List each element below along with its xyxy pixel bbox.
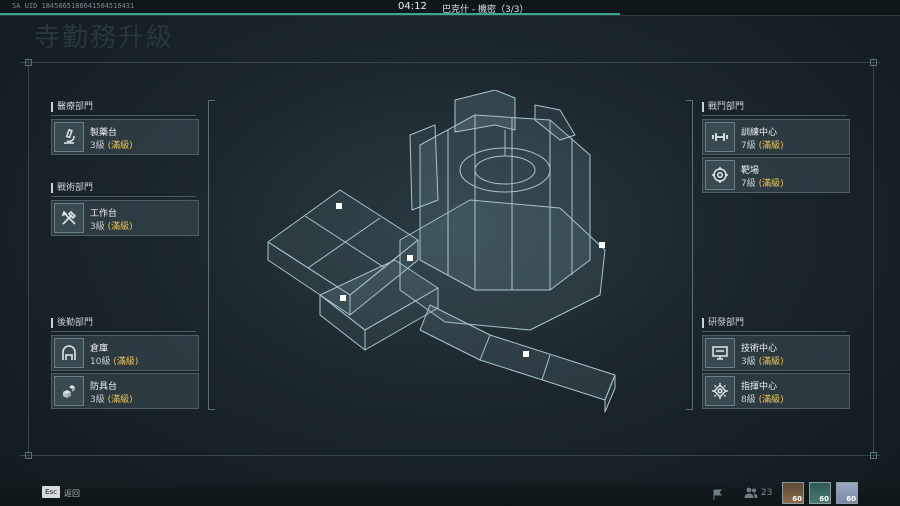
facility-level: 3級 (滿級) — [741, 357, 784, 367]
chip-icon — [705, 376, 735, 406]
facility-name: 倉庫 — [90, 344, 109, 354]
frame-corner-marker — [25, 59, 32, 66]
facility-level: 8級 (滿級) — [741, 395, 784, 405]
top-progress-bar — [0, 13, 620, 15]
avatar-level: 60 — [819, 495, 829, 503]
facility-name: 防具台 — [90, 382, 118, 392]
max-level-tag: (滿級) — [113, 357, 139, 367]
divider — [51, 331, 196, 332]
divider — [702, 115, 847, 116]
max-level-tag: (滿級) — [107, 222, 133, 232]
facility-name: 製藥台 — [90, 128, 118, 138]
frame-line-top — [20, 62, 880, 63]
background-title: 寺勤務升級 — [34, 23, 175, 53]
facility-level: 3級 (滿級) — [90, 222, 133, 232]
avatar-level: 60 — [792, 495, 802, 503]
facility-name: 技術中心 — [741, 344, 778, 354]
frame-line-left — [28, 58, 29, 458]
max-level-tag: (滿級) — [107, 141, 133, 151]
squad-avatar[interactable]: 60 — [836, 482, 858, 504]
player-count-value: 23 — [761, 487, 773, 498]
facility-level: 7級 (滿級) — [741, 179, 784, 189]
group-label-logistics: 後勤部門 — [51, 316, 93, 330]
facility-name: 指揮中心 — [741, 382, 778, 392]
facility-card-workbench[interactable]: 工作台 3級 (滿級) — [51, 200, 199, 236]
frame-line-bottom — [20, 455, 880, 456]
facility-card-tech-center[interactable]: 技術中心 3級 (滿級) — [702, 335, 850, 371]
warehouse-icon — [54, 338, 84, 368]
facility-level: 3級 (滿級) — [90, 395, 133, 405]
frame-corner-marker — [870, 452, 877, 459]
right-bracket — [686, 100, 693, 410]
group-label-medical: 醫療部門 — [51, 100, 93, 114]
base-wireframe-model — [267, 90, 616, 413]
facility-card-shooting-range[interactable]: 靶場 7級 (滿級) — [702, 157, 850, 193]
frame-line-right — [873, 58, 874, 458]
group-label-tactical: 戰術部門 — [51, 181, 93, 195]
max-level-tag: (滿級) — [758, 141, 784, 151]
esc-key-hint[interactable]: Esc — [42, 486, 60, 498]
top-bar: SA UID 1845865188641504516431 04:12 巴克什 … — [0, 0, 900, 16]
left-bracket — [208, 100, 215, 410]
player-uid: SA UID 1845865188641504516431 — [12, 2, 135, 10]
max-level-tag: (滿級) — [758, 395, 784, 405]
facility-name: 訓練中心 — [741, 128, 778, 138]
facility-card-pharmacy[interactable]: 製藥台 3級 (滿級) — [51, 119, 199, 155]
facility-card-training-center[interactable]: 訓練中心 7級 (滿級) — [702, 119, 850, 155]
facility-level: 7級 (滿級) — [741, 141, 784, 151]
squad-avatar[interactable]: 60 — [782, 482, 804, 504]
facility-level: 10級 (滿級) — [90, 357, 139, 367]
facility-card-warehouse[interactable]: 倉庫 10級 (滿級) — [51, 335, 199, 371]
flag-icon[interactable] — [712, 486, 724, 505]
group-label-research: 研發部門 — [702, 316, 744, 330]
player-count: 23 — [744, 487, 772, 498]
players-icon — [744, 487, 758, 498]
back-label[interactable]: 返回 — [64, 488, 80, 499]
tools-icon — [54, 203, 84, 233]
group-label-combat: 戰鬥部門 — [702, 100, 744, 114]
frame-corner-marker — [870, 59, 877, 66]
squad-avatar[interactable]: 60 — [809, 482, 831, 504]
max-level-tag: (滿級) — [758, 179, 784, 189]
avatar-level: 60 — [846, 495, 856, 503]
dumbbell-icon — [705, 122, 735, 152]
mission-timer: 04:12 — [398, 1, 427, 12]
divider — [51, 196, 196, 197]
facility-name: 工作台 — [90, 209, 118, 219]
divider — [702, 331, 847, 332]
max-level-tag: (滿級) — [758, 357, 784, 367]
microscope-icon — [54, 122, 84, 152]
facility-name: 靶場 — [741, 166, 760, 176]
facility-level: 3級 (滿級) — [90, 141, 133, 151]
target-icon — [705, 160, 735, 190]
facility-card-command-center[interactable]: 指揮中心 8級 (滿級) — [702, 373, 850, 409]
max-level-tag: (滿級) — [107, 395, 133, 405]
armor-crates-icon — [54, 376, 84, 406]
monitor-icon — [705, 338, 735, 368]
divider — [51, 115, 196, 116]
frame-corner-marker — [25, 452, 32, 459]
facility-card-armor-bench[interactable]: 防具台 3級 (滿級) — [51, 373, 199, 409]
